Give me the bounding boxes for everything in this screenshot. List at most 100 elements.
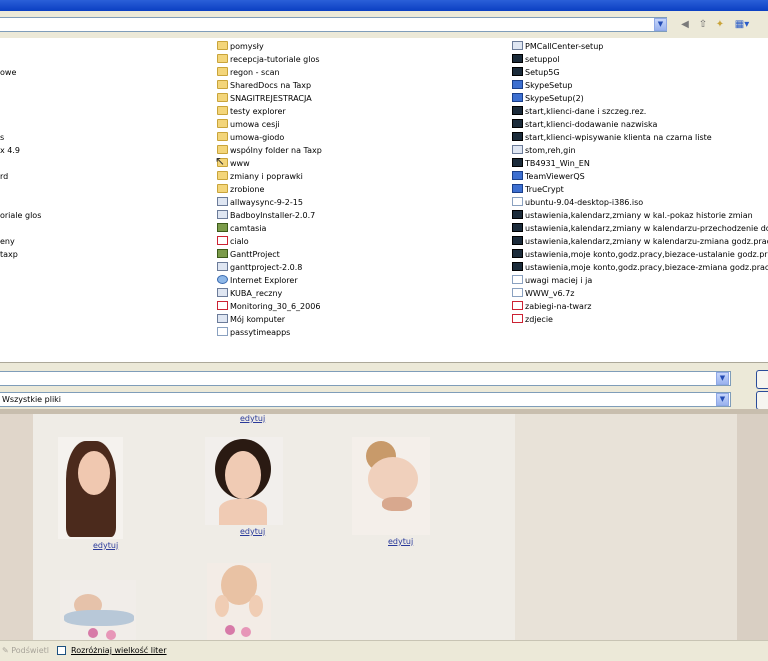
file-item[interactable]: SharedDocs na Taxp — [217, 80, 311, 92]
file-item-label: ustawienia,moje konto,godz.pracy,biezace… — [525, 263, 768, 272]
look-in-combobox[interactable] — [0, 17, 667, 32]
file-item[interactable]: Mój komputer — [217, 314, 285, 326]
file-item[interactable]: BadboyInstaller-2.0.7 — [217, 210, 315, 222]
open-button[interactable] — [756, 370, 768, 389]
file-item-label: testy explorer — [230, 107, 286, 116]
doc-icon — [512, 288, 523, 297]
highlight-button[interactable]: ✎ Podświetl — [2, 646, 49, 655]
file-item[interactable]: recepcja-tutoriale glos — [217, 54, 320, 66]
back-icon[interactable]: ◀ — [678, 19, 692, 31]
file-item[interactable]: setuppol — [512, 54, 560, 66]
app-icon — [217, 197, 228, 206]
file-item[interactable]: passytimeapps — [217, 327, 290, 339]
folder-icon — [217, 80, 228, 89]
file-item-label: wspólny folder na Taxp — [230, 146, 322, 155]
file-item[interactable]: pomysły — [217, 41, 264, 53]
term-icon — [512, 262, 523, 271]
file-item[interactable]: ubuntu-9.04-desktop-i386.iso — [512, 197, 643, 209]
edit-link-3[interactable]: edytuj — [388, 537, 413, 546]
file-item[interactable]: s — [0, 132, 4, 144]
file-item[interactable]: wspólny folder na Taxp — [217, 145, 322, 157]
filetype-dropdown-button[interactable]: ▼ — [716, 393, 729, 406]
edit-link-1[interactable]: edytuj — [93, 541, 118, 550]
pdf-icon — [217, 236, 228, 245]
app-icon — [512, 41, 523, 50]
filename-input[interactable] — [0, 371, 731, 386]
file-item[interactable]: ustawienia,kalendarz,zmiany w kal.-pokaz… — [512, 210, 753, 222]
file-item[interactable]: start,klienci-wpisywanie klienta na czar… — [512, 132, 712, 144]
edit-link-top[interactable]: edytuj — [240, 414, 265, 423]
filename-dropdown-button[interactable]: ▼ — [716, 372, 729, 385]
file-item[interactable]: KUBA_reczny — [217, 288, 282, 300]
file-item[interactable]: uwagi maciej i ja — [512, 275, 592, 287]
up-folder-icon[interactable]: ⇧ — [696, 19, 710, 31]
file-item[interactable]: zdjecie — [512, 314, 553, 326]
file-item[interactable]: eny — [0, 236, 15, 248]
file-item[interactable]: ustawienia,moje konto,godz.pracy,biezace… — [512, 262, 768, 274]
file-item[interactable]: GanttProject — [217, 249, 280, 261]
file-item[interactable]: rd — [0, 171, 8, 183]
file-item[interactable]: testy explorer — [217, 106, 286, 118]
folder-icon — [217, 171, 228, 180]
app-icon — [512, 145, 523, 154]
file-item[interactable]: ustawienia,kalendarz,zmiany w kalendarzu… — [512, 223, 768, 235]
file-item-label: start,klienci-wpisywanie klienta na czar… — [525, 133, 712, 142]
file-item[interactable]: ganttproject-2.0.8 — [217, 262, 302, 274]
file-item[interactable]: Internet Explorer — [217, 275, 298, 287]
file-item-label: camtasia — [230, 224, 267, 233]
file-item-label: ustawienia,kalendarz,zmiany w kalendarzu… — [525, 224, 768, 233]
file-item-label: zdjecie — [525, 315, 553, 324]
cam-icon — [217, 249, 228, 258]
folder-icon — [217, 93, 228, 102]
file-item[interactable]: SkypeSetup(2) — [512, 93, 584, 105]
file-item[interactable]: SkypeSetup — [512, 80, 572, 92]
file-item[interactable]: cialo — [217, 236, 249, 248]
cancel-button[interactable] — [756, 391, 768, 410]
file-item[interactable]: stom,reh,gin — [512, 145, 576, 157]
match-case-checkbox[interactable] — [57, 646, 66, 655]
file-item[interactable]: Setup5G — [512, 67, 560, 79]
term-icon — [512, 119, 523, 128]
file-item-label: start,klienci-dane i szczeg.rez. — [525, 107, 647, 116]
file-item[interactable]: x 4.9 — [0, 145, 20, 157]
file-item-label: zmiany i poprawki — [230, 172, 303, 181]
file-item[interactable]: Monitoring_30_6_2006 — [217, 301, 320, 313]
file-item[interactable]: owe — [0, 67, 16, 79]
file-item[interactable]: TB4931_Win_EN — [512, 158, 590, 170]
look-in-dropdown-button[interactable]: ▼ — [654, 18, 667, 31]
file-item-label: SharedDocs na Taxp — [230, 81, 312, 90]
file-item[interactable]: regon - scan — [217, 67, 280, 79]
file-item[interactable]: WWW_v6.7z — [512, 288, 574, 300]
mouse-cursor-icon: ↖ — [215, 154, 226, 168]
file-item[interactable]: ustawienia,kalendarz,zmiany w kalendarzu… — [512, 236, 768, 248]
file-item[interactable]: taxp — [0, 249, 18, 261]
file-item[interactable]: zabiegi-na-twarz — [512, 301, 591, 313]
file-item-label: ganttproject-2.0.8 — [230, 263, 303, 272]
filetype-select[interactable]: Wszystkie pliki — [0, 392, 731, 407]
new-folder-icon[interactable]: ✦ — [713, 19, 727, 31]
file-list[interactable]: owe s x 4.9 rd oriale glos eny taxp pomysły rec… — [0, 38, 768, 362]
file-item-label: www — [230, 159, 250, 168]
edit-link-2[interactable]: edytuj — [240, 527, 265, 536]
view-menu-icon[interactable]: ▦▾ — [732, 19, 752, 31]
file-item[interactable]: camtasia — [217, 223, 266, 235]
file-item[interactable]: zmiany i poprawki — [217, 171, 303, 183]
file-item[interactable]: oriale glos — [0, 210, 41, 222]
folder-icon — [217, 106, 228, 115]
globe-icon — [217, 275, 228, 284]
file-item[interactable]: umowa-giodo — [217, 132, 284, 144]
file-item[interactable]: TrueCrypt — [512, 184, 564, 196]
file-item[interactable]: umowa cesji — [217, 119, 280, 131]
file-item[interactable]: ustawienia,moje konto,godz.pracy,biezace… — [512, 249, 768, 261]
file-item-label: eny — [0, 237, 15, 246]
file-item[interactable]: TeamViewerQS — [512, 171, 585, 183]
file-item[interactable]: start,klienci-dodawanie nazwiska — [512, 119, 657, 131]
file-item-label: KUBA_reczny — [230, 289, 283, 298]
file-item-label: regon - scan — [230, 68, 280, 77]
file-item[interactable]: zrobione — [217, 184, 264, 196]
file-item-label: oriale glos — [0, 211, 42, 220]
file-item[interactable]: allwaysync-9-2-15 — [217, 197, 303, 209]
file-item[interactable]: PMCallCenter-setup — [512, 41, 603, 53]
file-item[interactable]: SNAGITREJESTRACJA — [217, 93, 312, 105]
file-item[interactable]: start,klienci-dane i szczeg.rez. — [512, 106, 646, 118]
